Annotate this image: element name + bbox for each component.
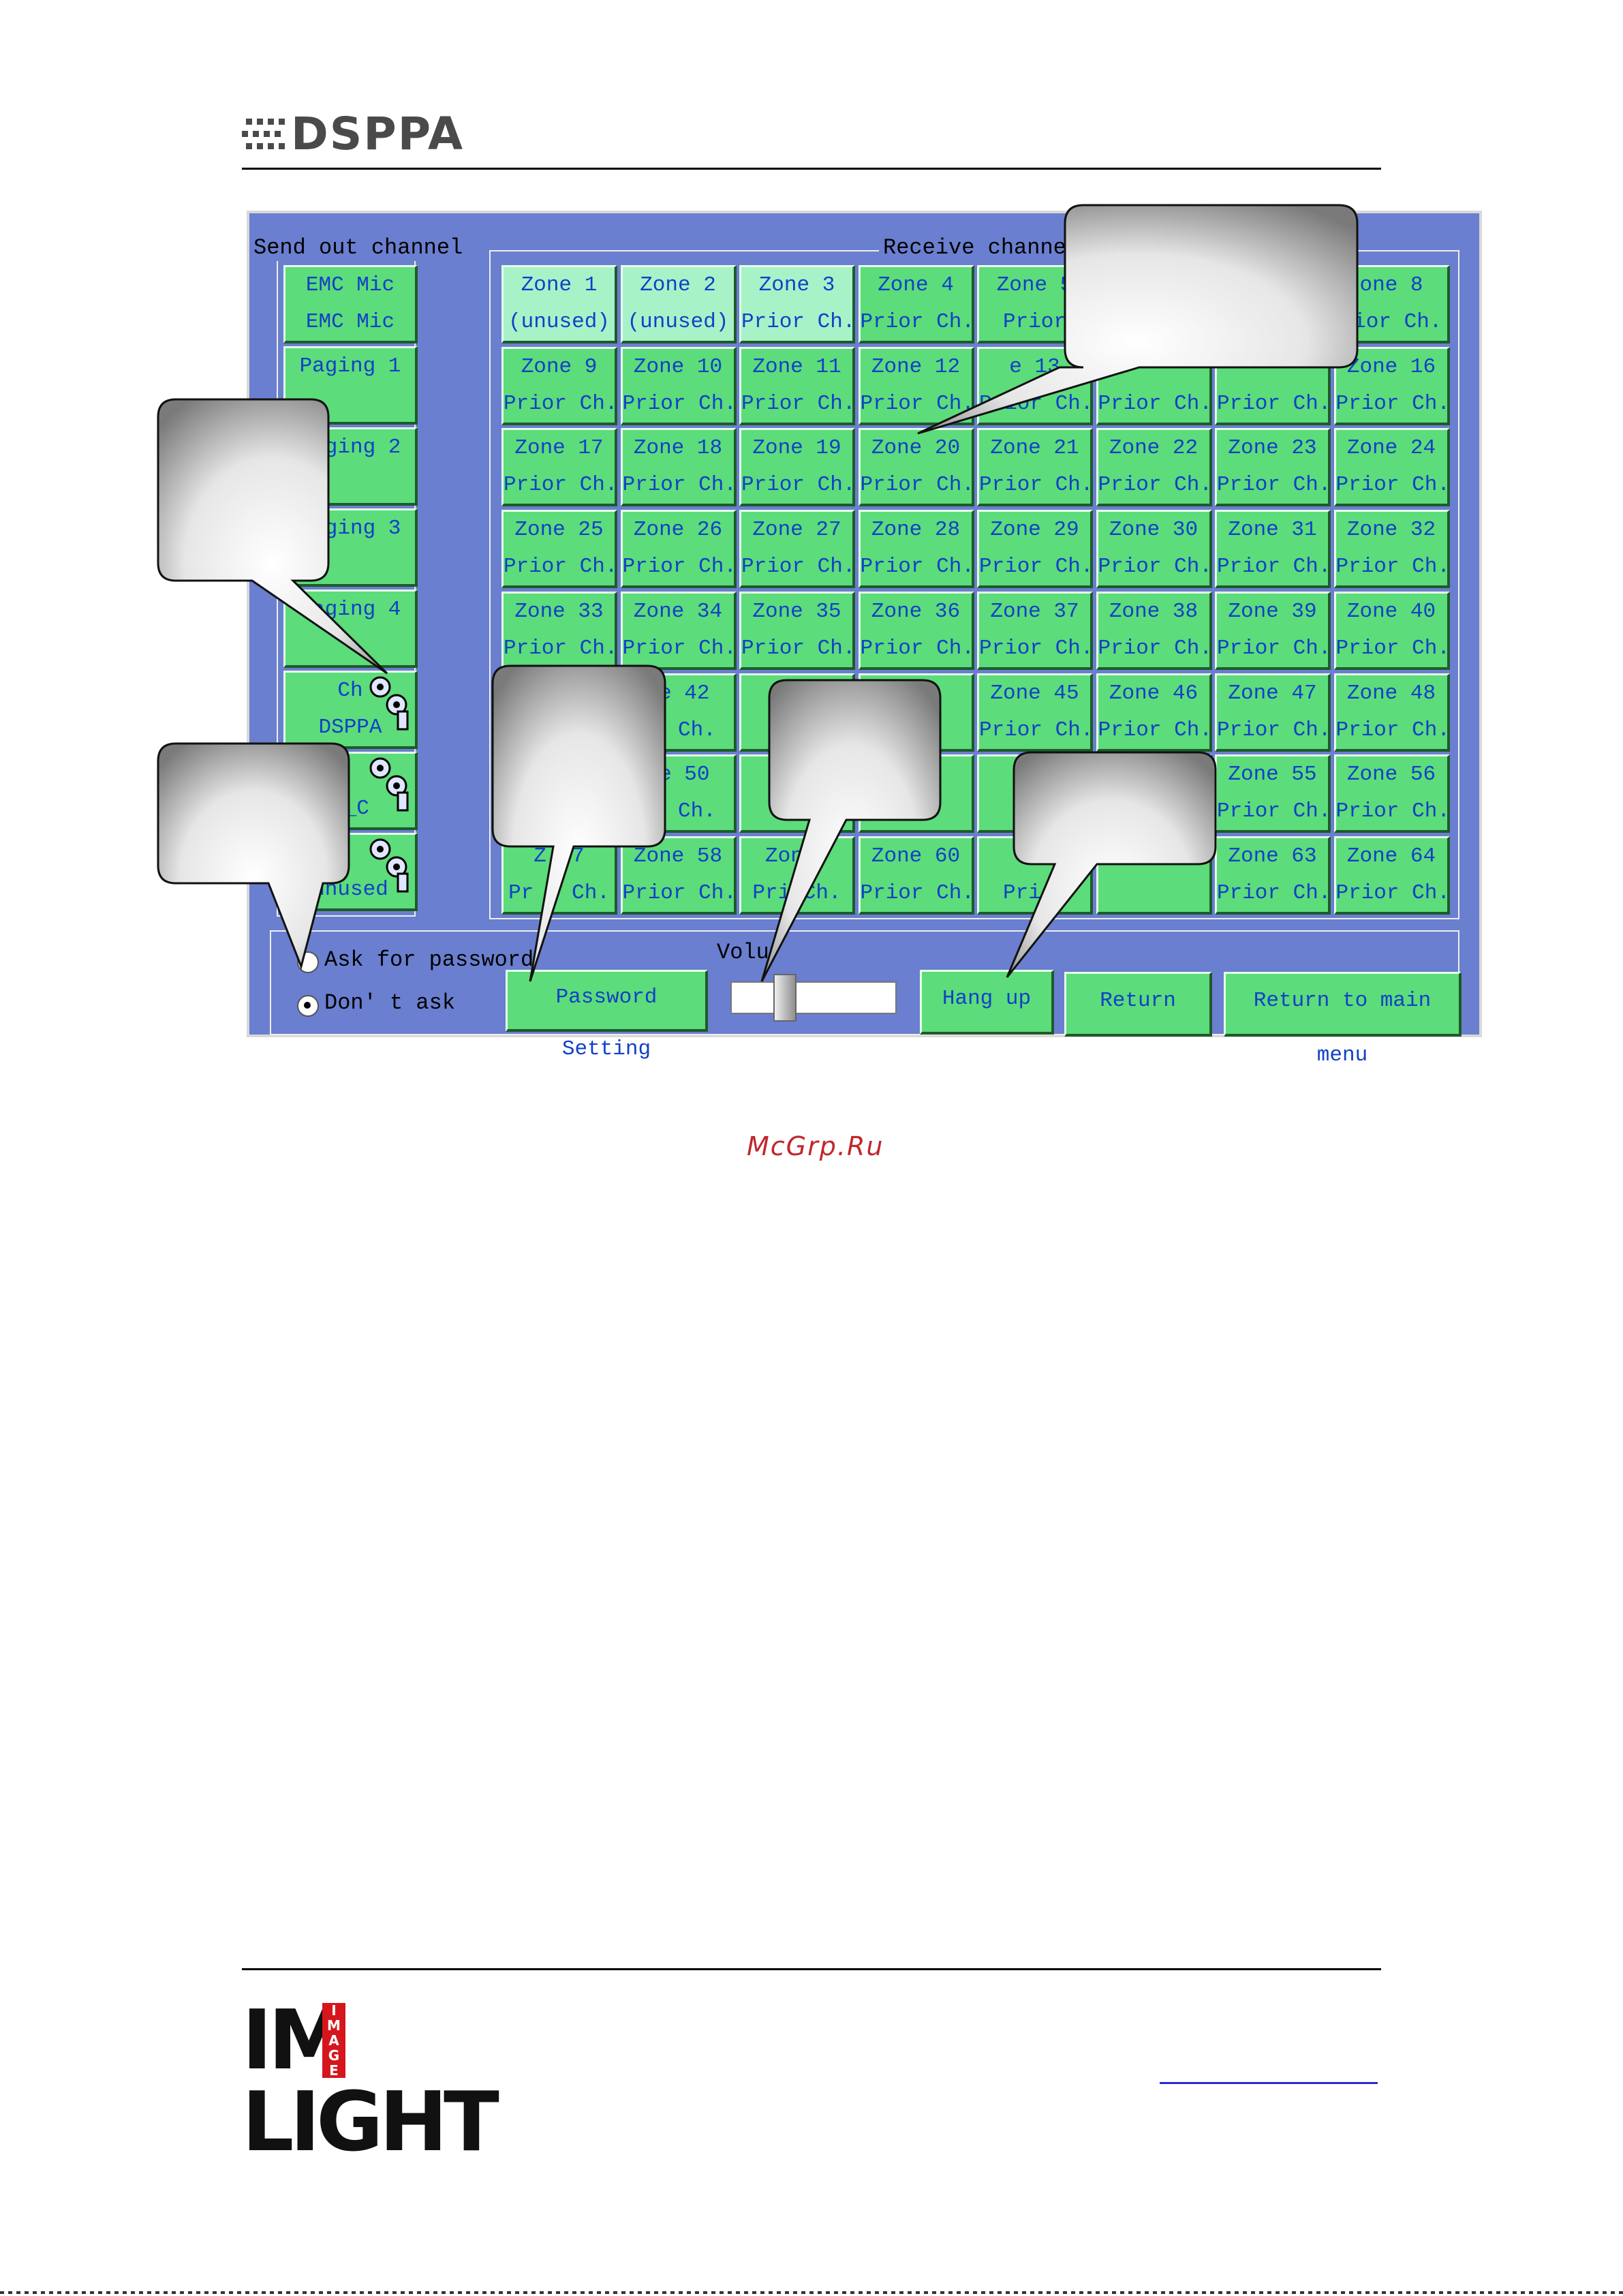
footer-rule <box>242 1968 1381 1970</box>
callout-hang-up <box>1006 751 1217 978</box>
footer-link-underline[interactable] <box>1160 2082 1378 2084</box>
watermark: McGrp.Ru <box>747 1131 884 1161</box>
imlight-logo: IMLIGHT IMAGE <box>242 1993 499 2170</box>
callout-overlay <box>157 204 1359 982</box>
callout-left-upper <box>157 398 388 675</box>
callout-top-right <box>917 204 1359 435</box>
callout-password <box>491 664 666 982</box>
callout-left-lower <box>157 742 350 970</box>
callout-volume <box>760 679 942 982</box>
page-edge-dots <box>0 2291 1623 2294</box>
